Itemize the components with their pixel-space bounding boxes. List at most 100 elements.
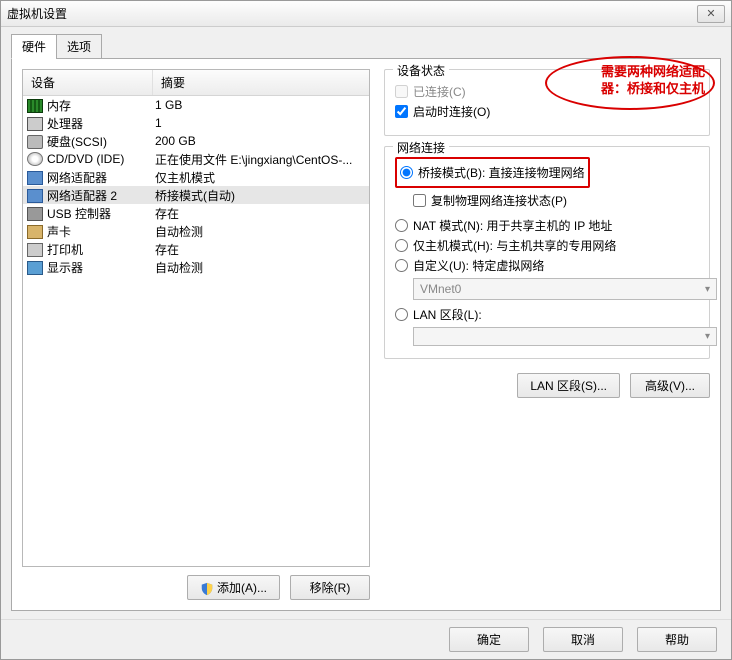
- hardware-panel: 设备 摘要 内存1 GB处理器1硬盘(SCSI)200 GBCD/DVD (ID…: [11, 58, 721, 611]
- lan-segment-radio[interactable]: LAN 区段(L):: [395, 306, 699, 323]
- device-row[interactable]: 显示器自动检测: [23, 258, 369, 276]
- device-name: 打印机: [47, 241, 155, 258]
- cancel-button[interactable]: 取消: [543, 627, 623, 652]
- device-name: 内存: [47, 97, 155, 114]
- nat-input[interactable]: [395, 219, 408, 232]
- hostonly-label: 仅主机模式(H): 与主机共享的专用网络: [413, 237, 616, 254]
- device-summary: 1 GB: [155, 98, 365, 112]
- device-row[interactable]: USB 控制器存在: [23, 204, 369, 222]
- connect-at-poweron-checkbox[interactable]: 启动时连接(O): [395, 103, 699, 120]
- device-name: 处理器: [47, 115, 155, 132]
- content: 硬件 选项 设备 摘要 内存1 GB处理器1硬盘(SCSI)200 GBCD/D…: [1, 27, 731, 619]
- hostonly-radio[interactable]: 仅主机模式(H): 与主机共享的专用网络: [395, 237, 699, 254]
- advanced-button[interactable]: 高级(V)...: [630, 373, 710, 398]
- device-name: 声卡: [47, 223, 155, 240]
- remove-button[interactable]: 移除(R): [290, 575, 370, 600]
- device-name: 网络适配器 2: [47, 187, 155, 204]
- replicate-checkbox[interactable]: 复制物理网络连接状态(P): [413, 192, 699, 209]
- device-row[interactable]: 打印机存在: [23, 240, 369, 258]
- ok-button[interactable]: 确定: [449, 627, 529, 652]
- chevron-down-icon: ▾: [705, 284, 710, 295]
- network-title: 网络连接: [393, 139, 449, 156]
- custom-input[interactable]: [395, 259, 408, 272]
- vm-settings-window: 虚拟机设置 ✕ 硬件 选项 设备 摘要 内存1 GB处理器1硬盘(SCSI)20…: [0, 0, 732, 660]
- window-title: 虚拟机设置: [7, 5, 67, 22]
- device-summary: 1: [155, 116, 365, 130]
- custom-label: 自定义(U): 特定虚拟网络: [413, 257, 544, 274]
- device-row[interactable]: 内存1 GB: [23, 96, 369, 114]
- lan-segment-input[interactable]: [395, 308, 408, 321]
- header-summary[interactable]: 摘要: [153, 70, 369, 95]
- device-summary: 仅主机模式: [155, 169, 365, 186]
- device-list[interactable]: 设备 摘要 内存1 GB处理器1硬盘(SCSI)200 GBCD/DVD (ID…: [22, 69, 370, 567]
- device-status-group: 设备状态 需要两种网络适配 器：桥接和仅主机 已连接(C) 启动时连接(: [384, 69, 710, 136]
- tab-hardware[interactable]: 硬件: [11, 34, 57, 59]
- custom-network-value: VMnet0: [420, 282, 461, 296]
- titlebar: 虚拟机设置 ✕: [1, 1, 731, 27]
- device-status-title: 设备状态: [393, 62, 449, 79]
- device-row[interactable]: 处理器1: [23, 114, 369, 132]
- device-summary: 200 GB: [155, 134, 365, 148]
- device-name: 显示器: [47, 259, 155, 276]
- replicate-label: 复制物理网络连接状态(P): [431, 192, 567, 209]
- bridged-highlight: 桥接模式(B): 直接连接物理网络: [395, 157, 590, 188]
- device-name: 硬盘(SCSI): [47, 133, 155, 150]
- monitor-icon: [27, 261, 43, 275]
- bridged-input[interactable]: [400, 166, 413, 179]
- tab-options[interactable]: 选项: [56, 34, 102, 59]
- device-summary: 桥接模式(自动): [155, 187, 365, 204]
- footer: 确定 取消 帮助: [1, 619, 731, 659]
- connected-input: [395, 85, 408, 98]
- connect-at-poweron-label: 启动时连接(O): [413, 103, 490, 120]
- lan-segments-button[interactable]: LAN 区段(S)...: [517, 373, 620, 398]
- cpu-icon: [27, 117, 43, 131]
- hostonly-input[interactable]: [395, 239, 408, 252]
- chevron-down-icon: ▾: [705, 331, 710, 342]
- device-summary: 自动检测: [155, 259, 365, 276]
- uac-shield-icon: [200, 582, 214, 596]
- lan-segment-label: LAN 区段(L):: [413, 306, 482, 323]
- device-summary: 自动检测: [155, 223, 365, 240]
- connected-label: 已连接(C): [413, 83, 466, 100]
- device-row[interactable]: CD/DVD (IDE)正在使用文件 E:\jingxiang\CentOS-.…: [23, 150, 369, 168]
- right-buttons: LAN 区段(S)... 高级(V)...: [384, 373, 710, 398]
- custom-network-select: VMnet0 ▾: [413, 278, 717, 300]
- device-name: USB 控制器: [47, 205, 155, 222]
- custom-radio[interactable]: 自定义(U): 特定虚拟网络: [395, 257, 699, 274]
- device-summary: 存在: [155, 205, 365, 222]
- help-button[interactable]: 帮助: [637, 627, 717, 652]
- list-rows: 内存1 GB处理器1硬盘(SCSI)200 GBCD/DVD (IDE)正在使用…: [23, 96, 369, 276]
- add-button[interactable]: 添加(A)...: [187, 575, 280, 600]
- list-header: 设备 摘要: [23, 70, 369, 96]
- device-summary: 正在使用文件 E:\jingxiang\CentOS-...: [155, 151, 365, 168]
- right-column: 设备状态 需要两种网络适配 器：桥接和仅主机 已连接(C) 启动时连接(: [384, 69, 710, 600]
- device-row[interactable]: 硬盘(SCSI)200 GB: [23, 132, 369, 150]
- device-row[interactable]: 网络适配器仅主机模式: [23, 168, 369, 186]
- header-device[interactable]: 设备: [23, 70, 153, 95]
- device-row[interactable]: 声卡自动检测: [23, 222, 369, 240]
- device-name: CD/DVD (IDE): [47, 152, 155, 166]
- add-button-label: 添加(A)...: [217, 581, 267, 595]
- net-icon: [27, 189, 43, 203]
- device-row[interactable]: 网络适配器 2桥接模式(自动): [23, 186, 369, 204]
- columns: 设备 摘要 内存1 GB处理器1硬盘(SCSI)200 GBCD/DVD (ID…: [22, 69, 710, 600]
- hdd-icon: [27, 135, 43, 149]
- close-button[interactable]: ✕: [697, 5, 725, 23]
- cd-icon: [27, 152, 43, 166]
- nat-label: NAT 模式(N): 用于共享主机的 IP 地址: [413, 217, 612, 234]
- sound-icon: [27, 225, 43, 239]
- bridged-label: 桥接模式(B): 直接连接物理网络: [418, 164, 585, 181]
- connect-at-poweron-input[interactable]: [395, 105, 408, 118]
- device-summary: 存在: [155, 241, 365, 258]
- memory-icon: [27, 99, 43, 113]
- usb-icon: [27, 207, 43, 221]
- connected-checkbox: 已连接(C): [395, 83, 699, 100]
- device-name: 网络适配器: [47, 169, 155, 186]
- net-icon: [27, 171, 43, 185]
- bridged-radio[interactable]: 桥接模式(B): 直接连接物理网络: [400, 164, 585, 181]
- nat-radio[interactable]: NAT 模式(N): 用于共享主机的 IP 地址: [395, 217, 699, 234]
- lan-segment-select: ▾: [413, 327, 717, 346]
- tabs: 硬件 选项: [11, 34, 721, 59]
- network-connection-group: 网络连接 桥接模式(B): 直接连接物理网络 复制物理网络连接状态(P): [384, 146, 710, 359]
- replicate-input[interactable]: [413, 194, 426, 207]
